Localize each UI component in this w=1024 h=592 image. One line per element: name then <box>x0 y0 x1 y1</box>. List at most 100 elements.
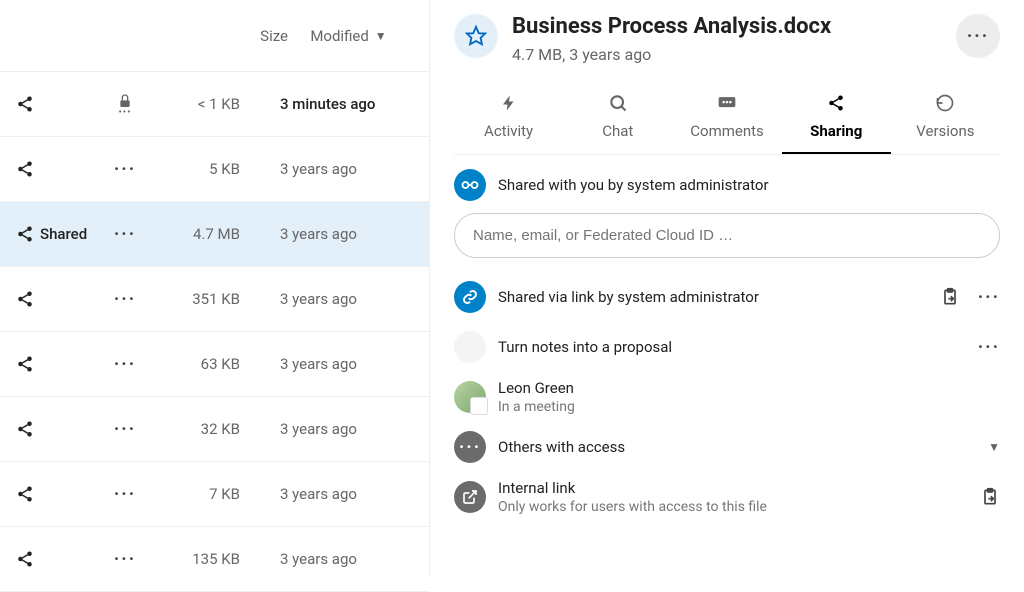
file-size: 4.7 MB <box>150 225 260 243</box>
row-actions[interactable]: ··· <box>100 484 150 505</box>
more-icon: ··· <box>967 26 989 47</box>
file-size: 7 KB <box>150 485 260 503</box>
share-status[interactable] <box>16 420 100 438</box>
share-status[interactable] <box>16 290 100 308</box>
more-icon[interactable]: ··· <box>114 289 136 310</box>
clipboard-icon[interactable] <box>940 287 960 307</box>
file-row[interactable]: ··· 63 KB3 years ago <box>0 332 429 397</box>
share-actions: ▼ <box>988 440 1000 454</box>
row-actions[interactable]: ··· <box>100 354 150 375</box>
share-primary-text: Others with access <box>498 438 976 456</box>
share-search-input[interactable] <box>454 213 1000 258</box>
col-modified-label: Modified <box>310 27 368 45</box>
share-status[interactable]: Shared <box>16 225 100 243</box>
file-row[interactable]: •••< 1 KB3 minutes ago <box>0 72 429 137</box>
detail-panel: Business Process Analysis.docx 4.7 MB, 3… <box>430 0 1024 576</box>
row-actions[interactable]: ··· <box>100 224 150 245</box>
file-modified: 3 years ago <box>260 225 413 243</box>
share-primary-text: Shared via link by system administrator <box>498 288 928 306</box>
file-modified: 3 years ago <box>260 420 413 438</box>
file-title: Business Process Analysis.docx <box>512 14 942 39</box>
more-icon[interactable]: ··· <box>114 159 136 180</box>
shared-by-row: Shared with you by system administrator <box>454 169 1000 201</box>
col-size-header[interactable]: Size <box>188 27 288 45</box>
share-item[interactable]: Turn notes into a proposal ··· <box>454 322 1000 372</box>
share-item[interactable]: ···Others with access▼ <box>454 422 1000 472</box>
external-link-icon <box>454 481 486 513</box>
row-actions[interactable]: ··· <box>100 289 150 310</box>
more-icon[interactable]: ··· <box>114 224 136 245</box>
more-icon[interactable]: ··· <box>114 484 136 505</box>
file-row[interactable]: ···7 KB3 years ago <box>0 462 429 527</box>
comments-icon <box>717 92 737 114</box>
tab-label: Comments <box>690 122 764 140</box>
tab-comments[interactable]: Comments <box>672 86 781 154</box>
row-actions[interactable]: ··· <box>100 549 150 570</box>
file-list-header: Size Modified ▼ <box>0 0 429 72</box>
file-size: 63 KB <box>150 355 260 373</box>
share-icon <box>16 160 34 178</box>
file-row[interactable]: Shared ··· 4.7 MB3 years ago <box>0 202 429 267</box>
share-status[interactable] <box>16 355 100 373</box>
file-row[interactable]: ···5 KB3 years ago <box>0 137 429 202</box>
tab-activity[interactable]: Activity <box>454 86 563 154</box>
share-item[interactable]: Internal linkOnly works for users with a… <box>454 472 1000 522</box>
file-modified: 3 years ago <box>260 160 413 178</box>
detail-tabs: Activity Chat Comments SharingVersions <box>454 86 1000 155</box>
file-row[interactable]: ··· 32 KB3 years ago <box>0 397 429 462</box>
share-actions: ··· <box>940 287 1000 308</box>
file-meta: 4.7 MB, 3 years ago <box>512 45 942 64</box>
share-item[interactable]: Shared via link by system administrator ·… <box>454 272 1000 322</box>
share-icon <box>16 225 34 243</box>
share-icon <box>16 290 34 308</box>
share-actions: ··· <box>978 337 1000 358</box>
col-modified-header[interactable]: Modified ▼ <box>288 27 429 45</box>
share-icon <box>16 550 34 568</box>
file-row[interactable]: ··· 351 KB3 years ago <box>0 267 429 332</box>
tab-sharing[interactable]: Sharing <box>782 86 891 154</box>
chat-icon <box>608 92 628 114</box>
share-icon <box>16 95 34 113</box>
tab-label: Activity <box>484 122 533 140</box>
detail-more-button[interactable]: ··· <box>956 14 1000 58</box>
row-actions[interactable]: ··· <box>100 419 150 440</box>
activity-icon <box>500 92 518 114</box>
file-row[interactable]: ···135 KB3 years ago <box>0 527 429 592</box>
share-status[interactable] <box>16 160 100 178</box>
share-primary-text: Turn notes into a proposal <box>498 338 966 356</box>
share-label: Shared <box>40 225 87 243</box>
clipboard-icon[interactable] <box>980 487 1000 507</box>
more-icon[interactable]: ··· <box>978 337 1000 358</box>
share-icon <box>16 420 34 438</box>
file-size: 32 KB <box>150 420 260 438</box>
more-icon[interactable]: ··· <box>114 354 136 375</box>
tab-label: Chat <box>602 122 633 140</box>
chevron-down-icon[interactable]: ▼ <box>988 440 1000 454</box>
sharing-panel: Shared with you by system administrator … <box>454 155 1000 522</box>
chevron-down-icon: ▼ <box>375 29 387 43</box>
avatar <box>454 331 486 363</box>
share-item[interactable]: Leon GreenIn a meeting <box>454 372 1000 422</box>
more-icon[interactable]: ··· <box>978 287 1000 308</box>
tab-versions[interactable]: Versions <box>891 86 1000 154</box>
link-icon <box>454 281 486 313</box>
share-status[interactable] <box>16 485 100 503</box>
file-modified: 3 years ago <box>260 290 413 308</box>
shared-by-text: Shared with you by system administrator <box>498 176 769 194</box>
star-icon[interactable] <box>454 14 498 58</box>
sharing-icon <box>827 92 845 114</box>
share-status[interactable] <box>16 95 100 113</box>
more-icon[interactable]: ··· <box>114 549 136 570</box>
row-actions[interactable]: ••• <box>100 93 150 115</box>
share-status[interactable] <box>16 550 100 568</box>
row-actions[interactable]: ··· <box>100 159 150 180</box>
file-modified: 3 years ago <box>260 550 413 568</box>
file-modified: 3 years ago <box>260 355 413 373</box>
file-list: Size Modified ▼ •••< 1 KB3 minutes ago··… <box>0 0 430 576</box>
share-primary-text: Internal link <box>498 479 968 497</box>
file-size: 351 KB <box>150 290 260 308</box>
more-icon[interactable]: ··· <box>114 419 136 440</box>
file-modified: 3 minutes ago <box>260 95 413 113</box>
tab-chat[interactable]: Chat <box>563 86 672 154</box>
file-size: < 1 KB <box>150 95 260 113</box>
